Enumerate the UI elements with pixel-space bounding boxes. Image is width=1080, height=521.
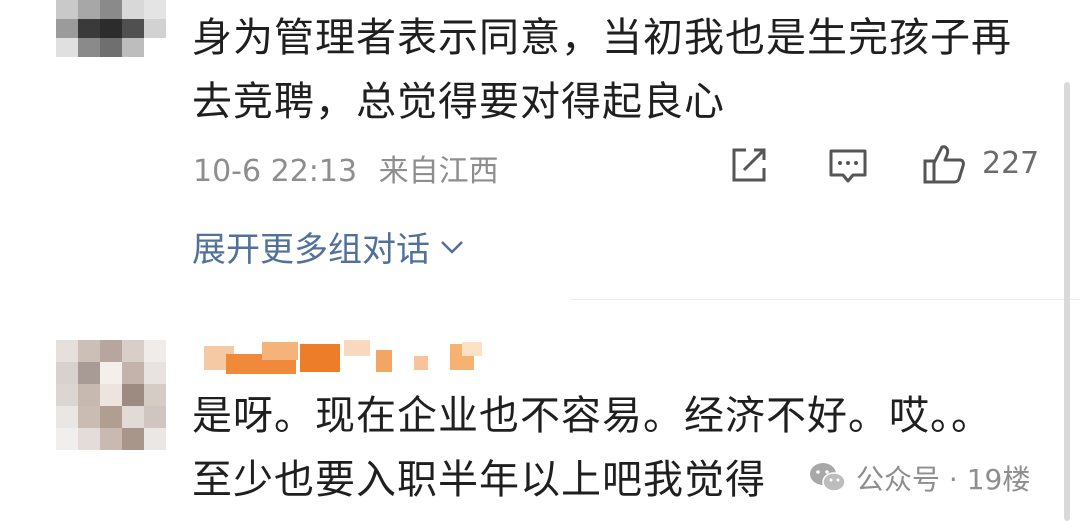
avatar[interactable] [56,0,166,57]
wechat-icon [808,461,848,495]
reply-icon[interactable] [828,148,868,186]
expand-more-link[interactable]: 展开更多组对话 [192,222,464,271]
comment-text-line: 身为管理者表示同意，当初我也是生完孩子再 [192,15,1012,61]
thumbs-up-icon[interactable] [922,143,966,185]
expand-more-label: 展开更多组对话 [192,230,430,270]
avatar[interactable] [56,340,166,450]
scrollbar[interactable] [1064,82,1070,521]
watermark-text: 公众号 · 19楼 [856,463,1031,496]
share-icon[interactable] [730,146,770,184]
username-blurred[interactable] [204,340,494,376]
chevron-down-icon [440,239,464,255]
comment-timestamp: 10-6 22:13 [193,154,358,189]
comment-location: 来自江西 [378,154,499,189]
like-count: 227 [982,146,1040,181]
comment-text-line: 是呀。现在企业也不容易。经济不好。哎。。 [192,393,992,439]
comment-text-line: 去竞聘，总觉得要对得起良心 [192,79,725,125]
divider [570,299,1080,300]
watermark: 公众号 · 19楼 [808,458,1030,498]
